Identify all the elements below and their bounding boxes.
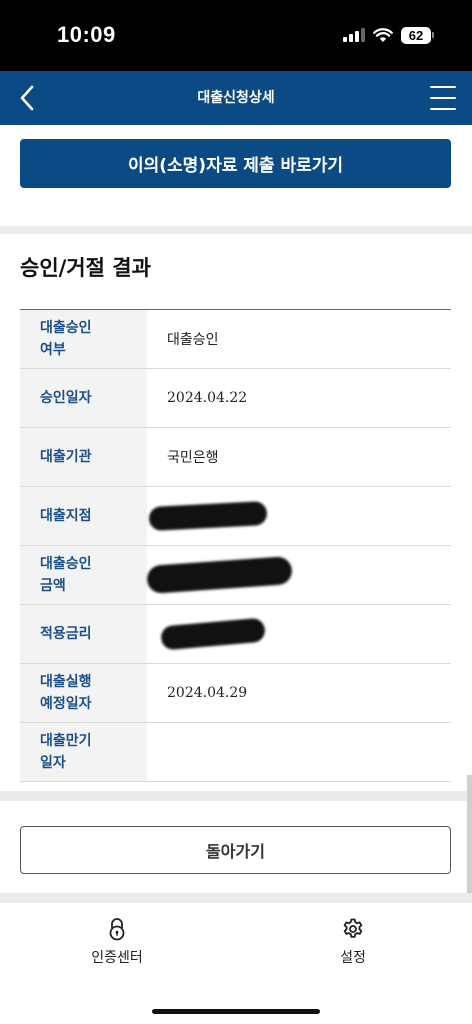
app-header: 대출신청상세: [0, 71, 472, 125]
home-indicator: [152, 1009, 320, 1014]
row-value: 2024.04.29: [167, 685, 248, 701]
page-title: 대출신청상세: [197, 90, 275, 106]
row-value-redacted: [147, 487, 451, 545]
nav-item-auth-center[interactable]: 인증센터: [67, 917, 167, 967]
row-label: 대출승인 여부: [20, 310, 147, 368]
gear-icon: [343, 918, 363, 938]
table-row: 대출승인 금액: [20, 546, 451, 605]
row-label: 대출실행 예정일자: [20, 664, 147, 722]
row-label: 대출지점: [20, 487, 147, 545]
nav-label: 설정: [340, 950, 366, 966]
row-value-redacted: [146, 546, 451, 604]
row-value: 국민은행: [167, 450, 219, 466]
battery-icon: 62: [401, 26, 434, 44]
row-label: 적용금리: [20, 605, 147, 663]
table-row: 대출실행 예정일자 2024.04.29: [20, 664, 451, 723]
row-value: 2024.04.22: [167, 390, 248, 406]
result-table: 대출승인 여부 대출승인 승인일자 2024.04.22 대출기관 국민은행 대…: [20, 309, 451, 782]
cellular-signal-icon: [343, 28, 365, 42]
battery-level: 62: [401, 26, 431, 44]
scrollbar[interactable]: [467, 775, 472, 893]
table-row: 대출지점: [20, 487, 451, 546]
section-title: 승인/거절 결과: [20, 256, 151, 280]
table-row: 대출만기 일자: [20, 723, 451, 782]
status-time: 10:09: [57, 22, 116, 47]
status-bar: 10:09 62: [0, 0, 472, 71]
table-row: 대출승인 여부 대출승인: [20, 310, 451, 369]
table-row: 적용금리: [20, 605, 451, 664]
row-label: 대출승인 금액: [20, 546, 147, 604]
row-label: 대출만기 일자: [20, 723, 147, 781]
lock-icon: [109, 918, 125, 941]
section-divider: [0, 791, 472, 801]
bottom-nav: 인증센터 설정: [0, 903, 472, 1024]
row-value-redacted: [147, 605, 451, 663]
wifi-icon: [373, 27, 393, 42]
nav-item-settings[interactable]: 설정: [303, 917, 403, 967]
redaction-mark: [160, 617, 266, 651]
menu-button[interactable]: [430, 86, 456, 110]
objection-submit-button[interactable]: 이의(소명)자료 제출 바로가기: [20, 139, 451, 188]
redaction-mark: [148, 500, 268, 532]
section-divider: [0, 226, 472, 234]
redaction-mark: [146, 555, 293, 595]
table-row: 대출기관 국민은행: [20, 428, 451, 487]
hamburger-icon: [430, 86, 456, 88]
section-divider: [0, 893, 472, 903]
row-label: 승인일자: [20, 369, 147, 427]
row-value: 대출승인: [167, 332, 219, 348]
table-row: 승인일자 2024.04.22: [20, 369, 451, 428]
nav-label: 인증센터: [91, 950, 143, 966]
go-back-button[interactable]: 돌아가기: [20, 826, 451, 874]
status-icons: 62: [343, 24, 434, 46]
row-value: [147, 723, 451, 781]
row-label: 대출기관: [20, 428, 147, 486]
